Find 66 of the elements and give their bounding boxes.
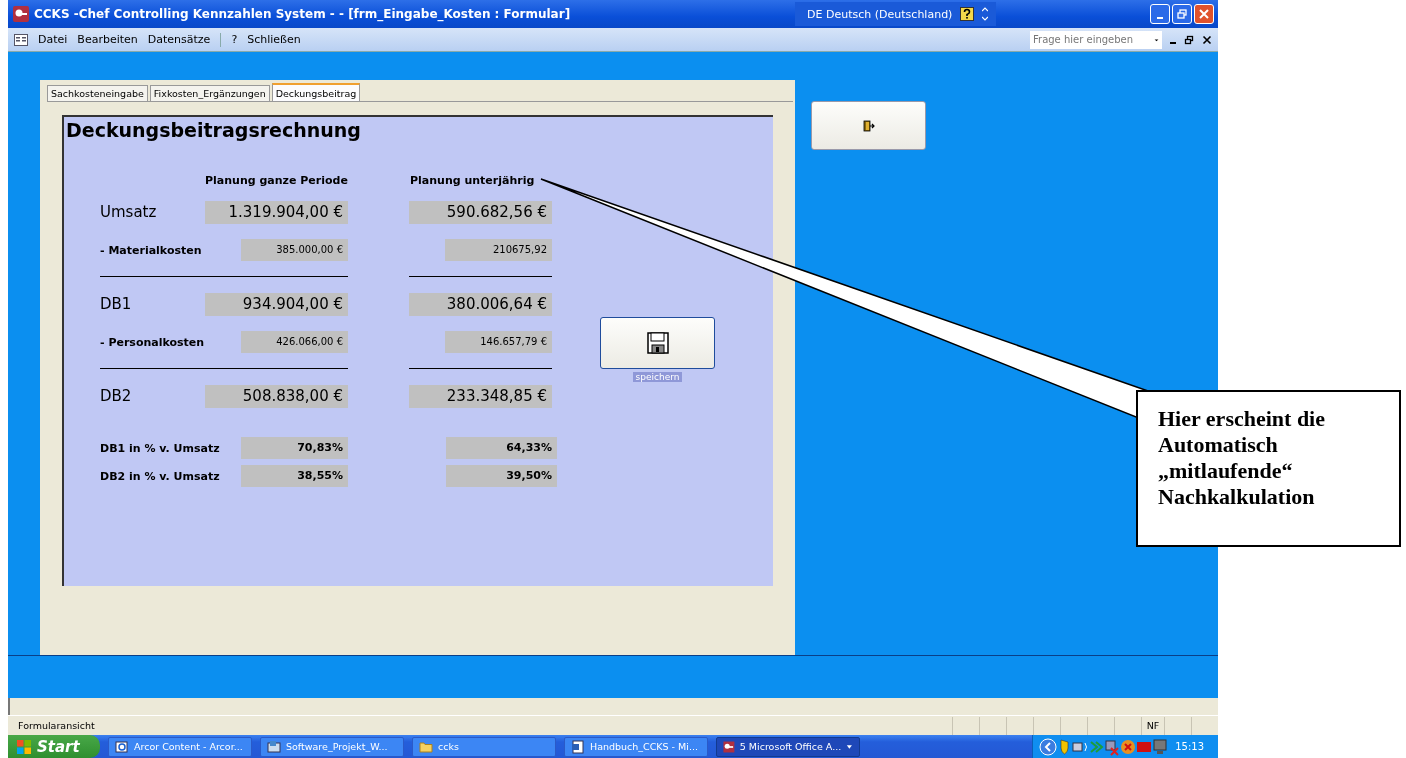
- save-caption: speichern: [632, 372, 683, 382]
- menu-item[interactable]: Schließen: [247, 33, 301, 46]
- close-icon: [1199, 9, 1209, 19]
- options-icon[interactable]: [982, 7, 989, 21]
- row-label: DB1 in % v. Umsatz: [100, 441, 221, 455]
- value-field: 508.838,00 €: [205, 384, 348, 408]
- value-field: 39,50%: [446, 465, 557, 487]
- menu-item[interactable]: Datensätze: [147, 33, 211, 46]
- taskbar-item[interactable]: Software_Projekt_W...: [260, 736, 404, 757]
- status-indicator: NF: [1141, 716, 1164, 735]
- value-field: 64,33%: [446, 437, 557, 459]
- close-icon[interactable]: [1202, 34, 1212, 45]
- document-icon: [571, 739, 585, 754]
- value-field: 210675,92: [445, 239, 552, 261]
- taskbar-item[interactable]: 5 Microsoft Office A...: [716, 736, 860, 757]
- caret-icon: [846, 743, 853, 750]
- row-label: DB2 in % v. Umsatz: [100, 469, 221, 483]
- value-field: 146.657,79 €: [445, 331, 552, 353]
- value-field: 38,55%: [241, 465, 348, 487]
- taskbar-item[interactable]: Handbuch_CCKS - Mi...: [564, 736, 708, 757]
- key-icon: [723, 739, 735, 754]
- column-header: Planung ganze Periode: [205, 173, 348, 187]
- value-field: 1.319.904,00 €: [205, 200, 348, 224]
- menu-item[interactable]: ?: [231, 33, 238, 46]
- tab[interactable]: Sachkosteneingabe: [47, 85, 148, 101]
- value-field: 70,83%: [241, 437, 348, 459]
- column-header: Planung unterjährig: [410, 173, 536, 187]
- value-field: 426.066,00 €: [241, 331, 348, 353]
- menu-item[interactable]: Bearbeiten: [77, 33, 138, 46]
- menu-item[interactable]: Datei: [38, 33, 68, 46]
- taskbar-item[interactable]: ccks: [412, 736, 556, 757]
- row-label: Umsatz: [100, 203, 158, 221]
- form-title: Deckungsbeitragsrechnung: [66, 119, 362, 143]
- status-text: Formularansicht: [18, 720, 95, 731]
- restore-icon[interactable]: [1184, 34, 1194, 45]
- tab[interactable]: Fixkosten_Ergänzungen: [149, 85, 270, 101]
- row-label: DB1: [100, 295, 133, 313]
- taskbar-item[interactable]: Arcor Content - Arcor...: [108, 736, 252, 757]
- help-icon[interactable]: [960, 7, 975, 21]
- help-search-field[interactable]: Frage hier eingeben: [1030, 30, 1162, 49]
- minimize-button[interactable]: [1150, 4, 1170, 24]
- form-icon[interactable]: [14, 33, 28, 46]
- row-label: - Materialkosten: [100, 243, 203, 257]
- row-label: - Personalkosten: [100, 335, 205, 349]
- close-button[interactable]: [1194, 4, 1214, 24]
- window-title: CCKS -Chef Controlling Kennzahlen System - - [frm_Eingabe_Kosten : Formular]: [34, 7, 571, 21]
- save-button[interactable]: [600, 317, 715, 369]
- door-exit-icon: [862, 119, 875, 132]
- value-field: 380.006,64 €: [409, 292, 552, 316]
- minimize-icon: [1157, 16, 1163, 19]
- restore-icon: [1177, 9, 1187, 19]
- restore-button[interactable]: [1172, 4, 1192, 24]
- folder-icon: [419, 739, 433, 754]
- windows-logo-icon: [16, 738, 32, 755]
- app-key-icon: [13, 6, 29, 22]
- clock: 15:13: [1175, 741, 1204, 752]
- value-field: 590.682,56 €: [409, 200, 552, 224]
- callout-note: Hier erscheint die Automatisch „mitlaufende“ Nachkalkulation: [1136, 390, 1401, 547]
- value-field: 934.904,00 €: [205, 292, 348, 316]
- value-field: 385.000,00 €: [241, 239, 348, 261]
- tab[interactable]: Deckungsbeitrag: [271, 83, 361, 101]
- browser-icon: [115, 739, 129, 754]
- application-icon: [267, 739, 281, 754]
- value-field: 233.348,85 €: [409, 384, 552, 408]
- row-label: DB2: [100, 387, 133, 405]
- exit-button[interactable]: [811, 101, 926, 150]
